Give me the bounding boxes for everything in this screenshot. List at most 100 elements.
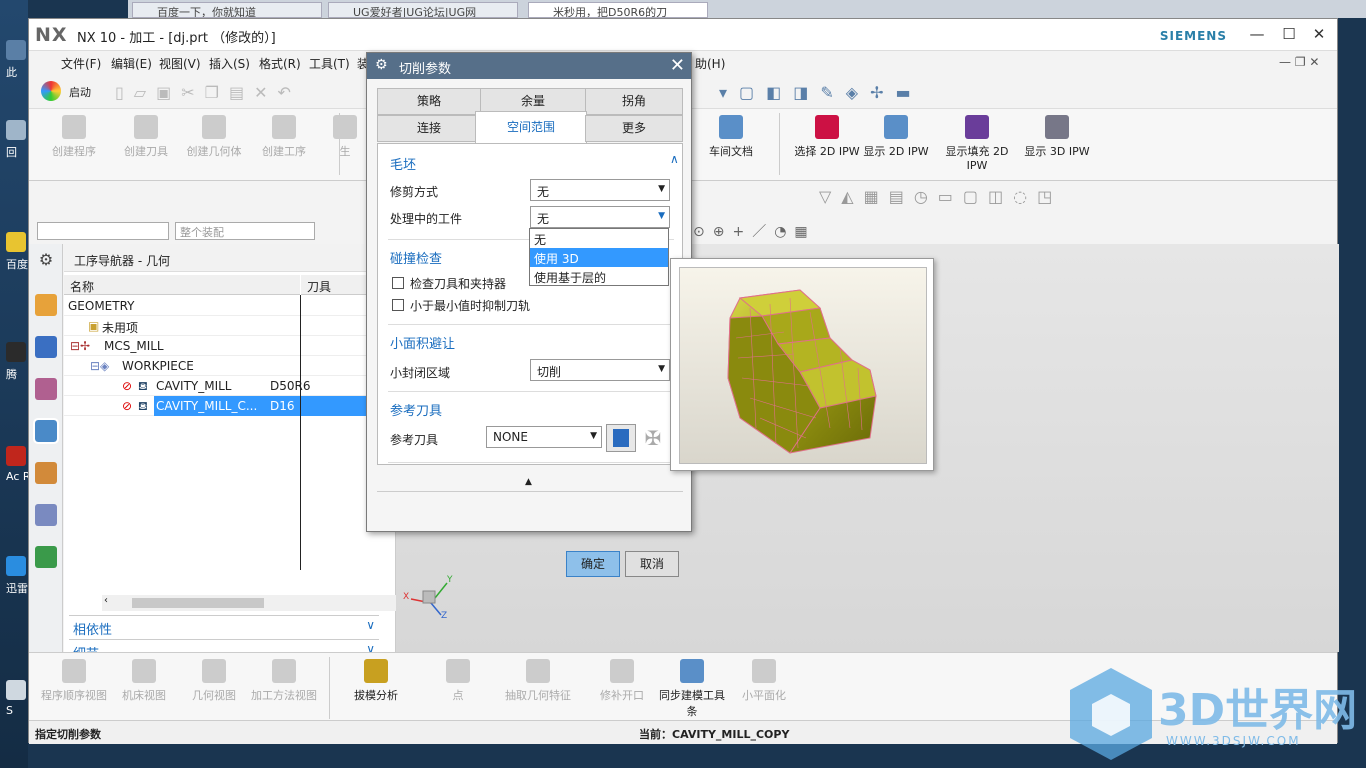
machine-view-button[interactable]: 机床视图 (107, 659, 181, 703)
group-ref-tool[interactable]: 参考刀具 (390, 400, 442, 419)
create-program-button[interactable]: 创建程序 (37, 115, 111, 159)
tree-row-cavity-mill-copy[interactable]: ⊘ ⛾ CAVITY_MILL_C... D16 (64, 396, 395, 416)
suppress-min-label: 小于最小值时抑制刀轨 (410, 299, 531, 313)
tab-more[interactable]: 更多 (585, 115, 683, 142)
desktop-icon[interactable]: 腾 (6, 342, 28, 382)
browser-tab-strip: 百度一下，你就知道 UG爱好者|UG论坛|UG网 米秒用，把D50R6的刀 (128, 0, 1366, 18)
select-2d-ipw-button[interactable]: 选择 2D IPW (787, 115, 867, 159)
tree-row-mcs-mill[interactable]: ⊟✢ MCS_MILL (64, 336, 395, 356)
navigator-hscrollbar[interactable]: ‹› (102, 595, 412, 611)
operation-navigator: 工序导航器 - 几何 名称 刀具 GEOMETRY ▣ 未用项 ⊟✢ MCS_MIL… (64, 244, 396, 652)
view-tools-icon[interactable]: ▾▢◧◨✎◈✢▬ (719, 83, 923, 102)
create-operation-button[interactable]: 创建工序 (247, 115, 321, 159)
show-fill-2d-ipw-button[interactable]: 显示填充 2D IPW (939, 115, 1015, 172)
operation-navigator-icon[interactable] (33, 418, 59, 444)
small-area-dropdown[interactable]: 切削 ▼ (530, 359, 670, 381)
palette-icon[interactable] (35, 546, 57, 568)
desktop-icon[interactable]: S (6, 680, 28, 720)
edit-tools-icon[interactable]: ▯▱▣✂❐▤✕↶ (115, 83, 301, 102)
check-holder-label: 检查刀具和夹持器 (410, 277, 507, 291)
menu-file[interactable]: 文件(F) (61, 55, 101, 72)
filter-tools-icon[interactable]: ▽◭▦▤◷▭▢◫◌◳ (819, 187, 1062, 206)
shop-doc-button[interactable]: 车间文档 (694, 115, 768, 159)
scope-combo[interactable]: 整个装配 (175, 222, 315, 240)
restore-icon[interactable]: — ❐ ✕ (1279, 55, 1319, 69)
snap-tools-icon[interactable]: ⊙⊕+／◔▦ (693, 221, 816, 241)
close-button[interactable]: ✕ (1309, 24, 1329, 44)
browser-tab[interactable]: 米秒用，把D50R6的刀 (528, 2, 708, 18)
cut-parameters-dialog: ⚙ 切削参数 ✕ 策略 余量 拐角 连接 空间范围 更多 毛坯 ∧ 修剪方式 无… (366, 52, 692, 577)
chevron-up-icon[interactable]: ∧ (670, 152, 679, 166)
ref-tool-dropdown[interactable]: NONE ▼ (486, 426, 602, 448)
minimize-button[interactable]: — (1247, 24, 1267, 44)
cancel-button[interactable]: 取消 (625, 551, 679, 577)
ipw-dropdown[interactable]: 无 ▼ (530, 206, 670, 228)
option-none[interactable]: 无 (530, 229, 668, 248)
type-filter-combo[interactable] (37, 222, 169, 240)
extract-geometry-button[interactable]: 抽取几何特征 (501, 659, 575, 703)
desktop-icon[interactable]: 百度 (6, 232, 28, 272)
tab-connections[interactable]: 连接 (377, 115, 481, 142)
menu-view[interactable]: 视图(V) (159, 55, 201, 72)
start-icon[interactable] (41, 81, 61, 101)
show-3d-ipw-button[interactable]: 显示 3D IPW (1019, 115, 1095, 159)
create-geometry-button[interactable]: 创建几何体 (177, 115, 251, 159)
group-small-area[interactable]: 小面积避让 (390, 333, 455, 352)
menu-tools[interactable]: 工具(T) (309, 55, 350, 72)
tab-strategy[interactable]: 策略 (377, 88, 481, 115)
point-button[interactable]: 点 (421, 659, 495, 703)
patch-opening-button[interactable]: 修补开口 (585, 659, 659, 703)
invalid-icon: ⊘ (122, 379, 133, 393)
trim-by-dropdown[interactable]: 无 ▼ (530, 179, 670, 201)
check-holder-checkbox[interactable] (392, 277, 404, 289)
suppress-min-checkbox[interactable] (392, 299, 404, 311)
synchronous-modeling-button[interactable]: 同步建模工具条 (655, 659, 729, 719)
constraint-navigator-icon[interactable] (35, 336, 57, 358)
desktop-icon[interactable]: 此 (6, 40, 28, 80)
tab-containment[interactable]: 空间范围 (475, 111, 587, 144)
desktop-icon[interactable]: Ac Rea (6, 446, 44, 486)
option-level-based[interactable]: 使用基于层的 (530, 267, 668, 286)
browser-tab[interactable]: 百度一下，你就知道 (132, 2, 322, 18)
new-tool-button[interactable] (606, 424, 636, 452)
start-menu-button[interactable]: 启动 (69, 84, 91, 100)
group-blank[interactable]: 毛坯 (390, 154, 416, 173)
dependency-panel-header[interactable]: 相依性 ∨ (69, 615, 379, 638)
tree-row-unused[interactable]: ▣ 未用项 (64, 316, 395, 336)
recycle-bin-icon[interactable]: 回 (6, 120, 28, 160)
history-icon[interactable] (35, 504, 57, 526)
menu-help[interactable]: 助(H) (695, 55, 725, 72)
desktop-icon[interactable]: 迅雷 (6, 556, 28, 596)
tree-row-workpiece[interactable]: ⊟◈ WORKPIECE (64, 356, 395, 376)
show-2d-ipw-button[interactable]: 显示 2D IPW (859, 115, 933, 159)
tab-corners[interactable]: 拐角 (585, 88, 683, 115)
option-use-3d[interactable]: 使用 3D (530, 248, 668, 267)
window-title: NX 10 - 加工 - [dj.prt （修改的）] (77, 31, 276, 46)
tree-row-cavity-mill[interactable]: ⊘ ⛾ CAVITY_MILL D50R6 (64, 376, 395, 396)
generate-button[interactable]: 生 (325, 115, 365, 159)
watermark: 3D世界网 WWW.3DSJW.COM (1066, 664, 1362, 768)
program-order-view-button[interactable]: 程序顺序视图 (37, 659, 111, 703)
menu-format[interactable]: 格式(R) (259, 55, 301, 72)
gear-icon[interactable]: ⚙ (35, 250, 57, 272)
create-tool-button[interactable]: 创建刀具 (109, 115, 183, 159)
axis-triad: X Y Z (403, 575, 453, 621)
machine-navigator-icon[interactable] (35, 462, 57, 484)
menu-edit[interactable]: 编辑(E) (111, 55, 152, 72)
part-navigator-icon[interactable] (35, 378, 57, 400)
edit-tool-icon[interactable]: ✠ (640, 426, 666, 452)
method-view-button[interactable]: 加工方法视图 (247, 659, 321, 703)
draft-analysis-button[interactable]: 拔模分析 (339, 659, 413, 703)
browser-tab[interactable]: UG爱好者|UG论坛|UG网 (328, 2, 518, 18)
assembly-navigator-icon[interactable] (35, 294, 57, 316)
dialog-close-button[interactable]: ✕ (670, 55, 685, 76)
facet-button[interactable]: 小平面化 (727, 659, 801, 703)
menu-insert[interactable]: 插入(S) (209, 55, 250, 72)
column-header-name[interactable]: 名称 (64, 275, 300, 295)
maximize-button[interactable]: ☐ (1279, 24, 1299, 44)
group-collision[interactable]: 碰撞检查 (390, 248, 442, 267)
tree-row-geometry[interactable]: GEOMETRY (64, 296, 395, 316)
ok-button[interactable]: 确定 (566, 551, 620, 577)
collapse-arrow-icon[interactable]: ▲ (525, 477, 532, 487)
geometry-view-button[interactable]: 几何视图 (177, 659, 251, 703)
